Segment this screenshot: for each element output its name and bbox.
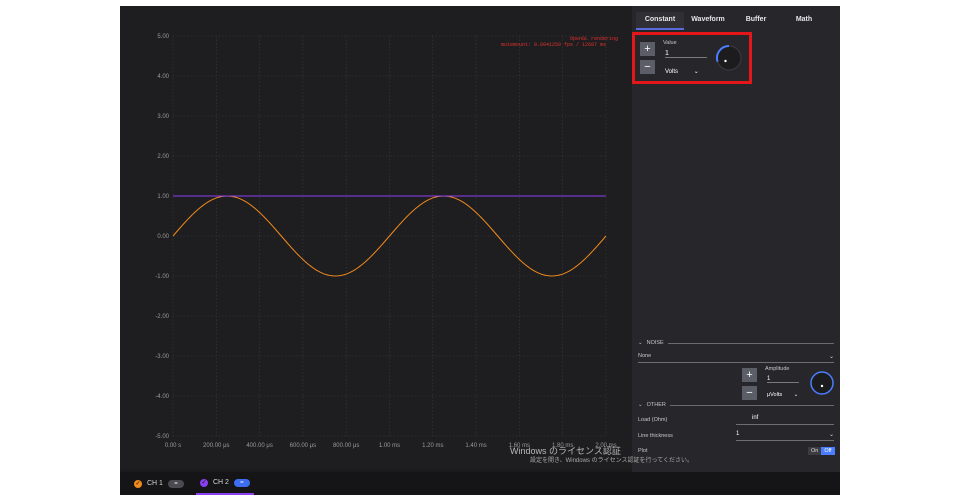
y-tick-label: 4.00	[157, 74, 169, 80]
chevron-down-icon: ⌄	[638, 340, 643, 346]
plot-svg: 5.00 4.00 3.00 2.00 1.00 0.00 -1.00 -2.00 -3.00 -…	[155, 34, 618, 449]
y-tick-label: 1.00	[157, 194, 169, 200]
tab-constant[interactable]: Constant	[636, 12, 684, 30]
plot-label: Plot	[638, 448, 648, 454]
right-panel: Constant Waveform Buffer Math + − Value …	[632, 6, 840, 472]
line-thickness-select[interactable]: 1 ⌄	[736, 431, 834, 441]
value-decrement-button[interactable]: −	[640, 60, 655, 74]
channel-tab-ch1[interactable]: ✓ CH 1 =	[130, 472, 188, 495]
chevron-down-icon: ⌄	[638, 402, 643, 408]
value-increment-button[interactable]: +	[640, 42, 655, 56]
plot-row: Plot	[638, 448, 834, 454]
divider	[667, 342, 834, 344]
y-tick-label: 2.00	[157, 154, 169, 160]
channel-tab-ch2[interactable]: ✓ CH 2 =	[195, 472, 254, 495]
x-tick-label: 1.20 ms	[422, 443, 443, 449]
divider	[669, 404, 834, 406]
amplitude-unit-select[interactable]: μVolts ⌄	[767, 392, 798, 398]
channel-label: CH 2	[212, 479, 229, 486]
noise-type-value: None	[638, 353, 652, 359]
channel-bar: ✓ CH 1 = ✓ CH 2 =	[120, 472, 840, 495]
chevron-down-icon: ⌄	[793, 392, 799, 398]
other-section-label: OTHER	[646, 402, 666, 408]
channel-label: CH 1	[147, 480, 163, 487]
load-input[interactable]: inf	[736, 415, 834, 425]
noise-type-select[interactable]: None ⌄	[638, 353, 834, 363]
value-input[interactable]: 1	[665, 50, 707, 58]
chevron-down-icon: ⌄	[828, 432, 834, 438]
x-tick-label: 0.00 s	[165, 443, 181, 449]
toggle-off-option[interactable]: Off	[821, 447, 835, 455]
value-knob-icon[interactable]	[715, 44, 743, 72]
y-tick-label: -5.00	[155, 434, 169, 440]
x-tick-label: 800.00 μs	[333, 443, 359, 449]
unit-select[interactable]: Volts ⌄	[665, 68, 699, 75]
x-tick-label: 1.40 ms	[465, 443, 486, 449]
other-section-header[interactable]: ⌄ OTHER	[638, 402, 834, 408]
app-window: 5.00 4.00 3.00 2.00 1.00 0.00 -1.00 -2.00 -3.00 -…	[120, 6, 840, 495]
amplitude-unit-value: μVolts	[767, 392, 783, 398]
plot-area[interactable]: 5.00 4.00 3.00 2.00 1.00 0.00 -1.00 -2.00 -3.00 -…	[120, 6, 632, 469]
tab-buffer[interactable]: Buffer	[732, 12, 780, 30]
x-tick-label: 1.00 ms	[379, 443, 400, 449]
y-tick-label: -4.00	[155, 394, 169, 400]
plot-toggle[interactable]: On Off	[808, 447, 835, 455]
x-tick-label: 400.00 μs	[246, 443, 272, 449]
tab-waveform[interactable]: Waveform	[684, 12, 732, 30]
y-tick-label: -2.00	[155, 314, 169, 320]
chevron-down-icon: ⌄	[693, 69, 699, 75]
amplitude-input[interactable]: 1	[767, 376, 799, 383]
unit-select-value: Volts	[665, 69, 679, 75]
y-tick-label: 0.00	[157, 234, 169, 240]
channel-settings-icon[interactable]: =	[167, 479, 184, 488]
line-thickness-label: Line thickness	[638, 433, 673, 439]
amplitude-increment-button[interactable]: +	[742, 368, 757, 382]
y-tick-label: -3.00	[155, 354, 169, 360]
chevron-down-icon: ⌄	[828, 354, 834, 360]
channel-settings-icon[interactable]: =	[233, 478, 250, 487]
load-value: inf	[752, 415, 759, 421]
check-icon: ✓	[199, 478, 208, 487]
load-label: Load (Ohm)	[638, 417, 668, 423]
overlay-text-2: mutemount: 0.0041250 fps / 12687 ms	[501, 42, 606, 48]
line-thickness-value: 1	[736, 431, 740, 437]
y-tick-label: 5.00	[157, 34, 169, 40]
x-tick-label: 200.00 μs	[203, 443, 229, 449]
tab-bar: Constant Waveform Buffer Math	[636, 12, 840, 30]
windows-activation-watermark-subtext: 設定を開き、Windows のライセンス認証を行ってください。	[530, 458, 693, 464]
constant-value-box: + − Value 1 Volts ⌄	[632, 32, 752, 84]
noise-section-header[interactable]: ⌄ NOISE	[638, 340, 834, 346]
tab-math[interactable]: Math	[780, 12, 828, 30]
value-label: Value	[663, 40, 677, 46]
amplitude-knob-icon[interactable]	[809, 370, 835, 396]
x-tick-label: 600.00 μs	[290, 443, 316, 449]
amplitude-label: Amplitude	[765, 366, 790, 372]
toggle-on-option[interactable]: On	[808, 447, 822, 455]
y-tick-label: -1.00	[155, 274, 169, 280]
noise-section-label: NOISE	[646, 340, 664, 346]
check-icon: ✓	[134, 479, 142, 488]
amplitude-decrement-button[interactable]: −	[742, 386, 757, 400]
y-tick-label: 3.00	[157, 114, 169, 120]
